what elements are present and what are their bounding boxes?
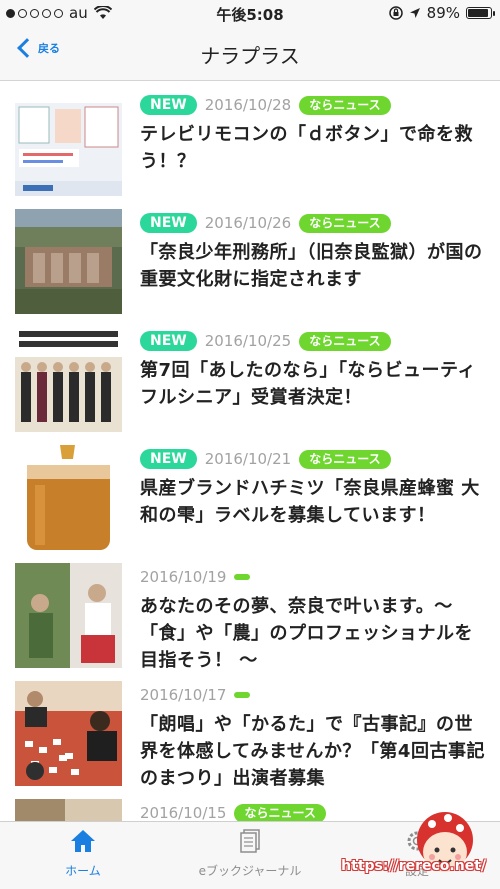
category-badge (234, 574, 251, 580)
location-icon (409, 8, 420, 18)
tab-label: ホーム (65, 864, 101, 878)
tab-home[interactable]: ホーム (0, 828, 166, 879)
article-thumbnail (15, 563, 122, 668)
battery-percent: 89% (426, 4, 460, 22)
article-date: 2016/10/25 (204, 332, 292, 350)
page-title: ナラプラス (200, 44, 300, 68)
article-item[interactable]: NEW 2016/10/25 ならニュース 第7回「あしたのなら」「ならビューテ… (0, 317, 500, 435)
article-thumbnail (15, 681, 122, 786)
article-date: 2016/10/26 (204, 214, 292, 232)
category-badge: ならニュース (299, 95, 391, 115)
status-bar: au 午後5:08 89% (0, 0, 500, 28)
article-title[interactable]: 「朗唱」や「かるた」で『古事記』の世界を体感してみませんか？「第4回古事記のまつ… (140, 711, 485, 792)
article-thumbnail (15, 91, 122, 196)
new-badge: NEW (140, 213, 197, 233)
article-thumbnail (15, 327, 122, 432)
new-badge: NEW (140, 331, 197, 351)
category-badge: ならニュース (299, 331, 391, 351)
article-title[interactable]: 県産ブランドハチミツ「奈良県産蜂蜜 大和の雫」ラベルを募集しています！ (140, 475, 485, 529)
watermark-url: https://rereco.net/ (341, 858, 486, 874)
mascot-watermark-icon (417, 812, 473, 872)
article-title[interactable]: テレビリモコンの「ｄボタン」で命を救う！？ (140, 121, 485, 175)
article-item[interactable]: 2016/10/19 あなたのその夢、奈良で叶います。～「食」や「農」のプロフェ… (0, 553, 500, 671)
article-thumbnail (15, 445, 122, 550)
home-icon (71, 830, 95, 852)
article-thumbnail (15, 799, 122, 821)
article-date: 2016/10/15 (140, 804, 227, 821)
article-date: 2016/10/19 (140, 568, 227, 586)
article-item[interactable]: 2016/10/17 「朗唱」や「かるた」で『古事記』の世界を体感してみませんか… (0, 671, 500, 789)
tab-ebook-journal[interactable]: eブックジャーナル (167, 828, 333, 879)
tab-label: eブックジャーナル (198, 864, 302, 878)
article-item[interactable]: NEW 2016/10/28 ならニュース テレビリモコンの「ｄボタン」で命を救… (0, 81, 500, 199)
article-date: 2016/10/21 (204, 450, 292, 468)
new-badge: NEW (140, 449, 197, 469)
article-title[interactable]: あなたのその夢、奈良で叶います。～「食」や「農」のプロフェッショナルを目指そう！… (140, 593, 485, 674)
orientation-lock-icon (388, 6, 403, 20)
article-item[interactable]: NEW 2016/10/21 ならニュース 県産ブランドハチミツ「奈良県産蜂蜜 … (0, 435, 500, 553)
article-date: 2016/10/28 (204, 96, 292, 114)
navigation-bar: 戻る ナラプラス (0, 28, 500, 81)
category-badge: ならニュース (299, 449, 391, 469)
article-list[interactable]: NEW 2016/10/28 ならニュース テレビリモコンの「ｄボタン」で命を救… (0, 81, 500, 821)
category-badge: ならニュース (299, 213, 391, 233)
article-date: 2016/10/17 (140, 686, 227, 704)
battery-icon (466, 7, 495, 19)
category-badge: ならニュース (234, 803, 326, 821)
article-title[interactable]: 第7回「あしたのなら」「ならビューティフルシニア」受賞者決定！ (140, 357, 485, 411)
category-badge (234, 692, 251, 698)
new-badge: NEW (140, 95, 197, 115)
document-icon (240, 829, 260, 853)
article-thumbnail (15, 209, 122, 314)
article-item[interactable]: NEW 2016/10/26 ならニュース 「奈良少年刑務所」（旧奈良監獄）が国… (0, 199, 500, 317)
article-title[interactable]: 「奈良少年刑務所」（旧奈良監獄）が国の重要文化財に指定されます (140, 239, 485, 293)
